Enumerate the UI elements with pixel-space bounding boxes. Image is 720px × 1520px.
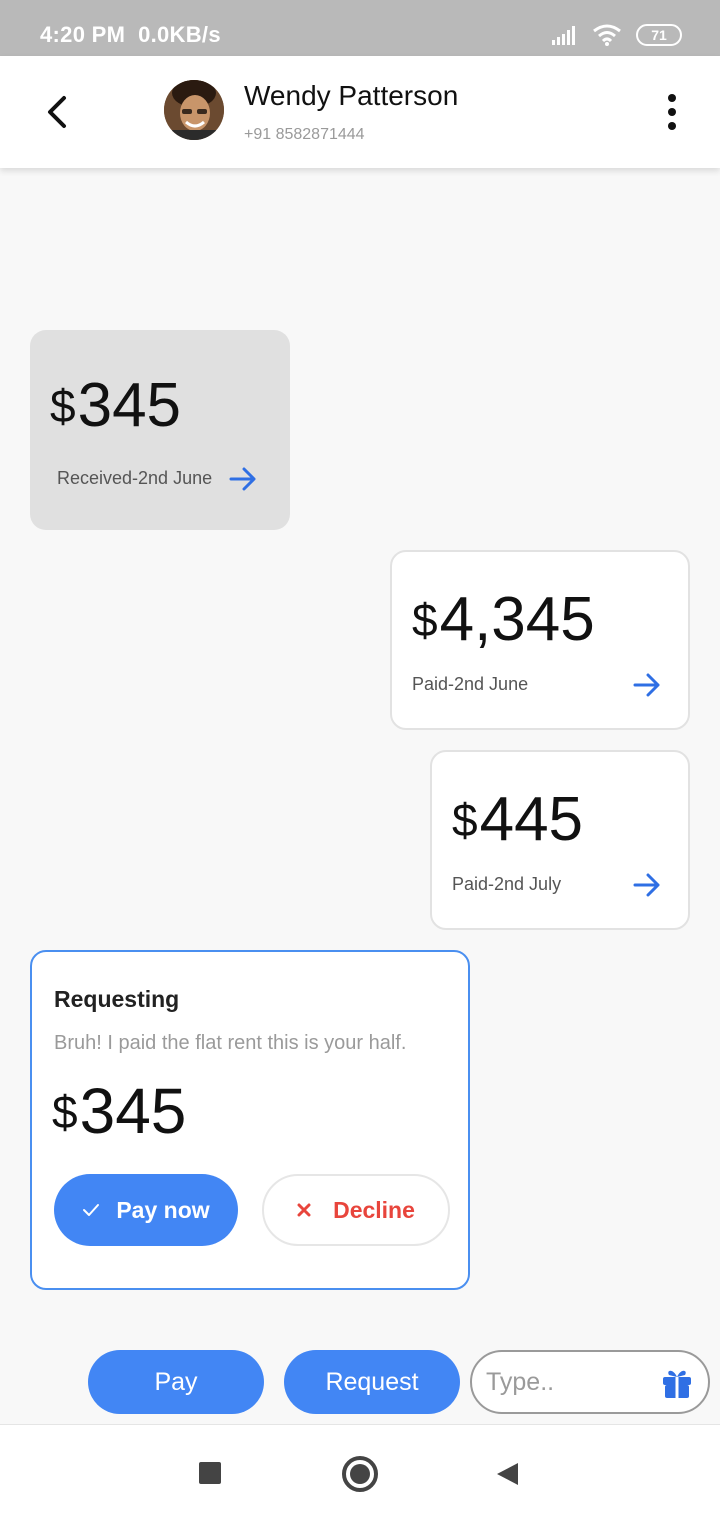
recent-apps-icon[interactable] bbox=[199, 1462, 221, 1484]
contact-name: Wendy Patterson bbox=[244, 80, 459, 111]
request-title: Requesting bbox=[54, 986, 180, 1012]
amount-value: 4,345 bbox=[439, 585, 595, 654]
decline-label: Decline bbox=[333, 1196, 415, 1223]
request-button[interactable]: Request bbox=[284, 1350, 460, 1414]
status-bar: 4:20 PM 0.0KB/s 71 bbox=[0, 0, 720, 56]
gift-icon[interactable] bbox=[660, 1366, 694, 1400]
message-field bbox=[470, 1350, 710, 1414]
status-time-speed: 4:20 PM 0.0KB/s bbox=[40, 22, 221, 48]
amount-value: 345 bbox=[77, 371, 182, 440]
signal-icon bbox=[552, 26, 575, 45]
amount-value: 445 bbox=[479, 785, 584, 854]
amount-value: 345 bbox=[79, 1075, 187, 1147]
pay-now-button[interactable]: Pay now bbox=[54, 1174, 238, 1246]
arrow-right-icon[interactable] bbox=[632, 870, 662, 900]
status-speed: 0.0KB/s bbox=[138, 22, 221, 47]
payment-request-card: Requesting Bruh! I paid the flat rent th… bbox=[30, 950, 470, 1290]
arrow-right-icon[interactable] bbox=[228, 464, 258, 494]
arrow-right-icon[interactable] bbox=[632, 670, 662, 700]
transaction-amount: $4,345 bbox=[412, 584, 595, 655]
status-icons: 71 bbox=[550, 22, 682, 48]
contact-phone: +91 8582871444 bbox=[244, 126, 365, 143]
avatar[interactable] bbox=[164, 80, 224, 140]
request-amount: $345 bbox=[52, 1074, 186, 1148]
battery-icon: 71 bbox=[636, 24, 682, 46]
close-icon bbox=[297, 1203, 311, 1217]
transaction-amount: $445 bbox=[452, 784, 583, 855]
back-icon[interactable] bbox=[36, 90, 80, 134]
pay-button[interactable]: Pay bbox=[88, 1350, 264, 1414]
transaction-bubble-paid[interactable]: $4,345 Paid-2nd June bbox=[390, 550, 690, 730]
currency-symbol: $ bbox=[412, 594, 438, 646]
decline-button[interactable]: Decline bbox=[262, 1174, 450, 1246]
transaction-caption: Paid-2nd July bbox=[452, 874, 562, 894]
pay-now-label: Pay now bbox=[116, 1196, 210, 1223]
currency-symbol: $ bbox=[52, 1086, 78, 1138]
more-options-icon[interactable] bbox=[654, 90, 690, 134]
currency-symbol: $ bbox=[50, 380, 76, 432]
transaction-amount: $345 bbox=[50, 370, 181, 441]
nav-back-icon[interactable] bbox=[494, 1461, 520, 1487]
wifi-icon bbox=[593, 24, 621, 46]
transaction-caption: Received-2nd June bbox=[57, 468, 213, 488]
chat-header: Wendy Patterson +91 8582871444 bbox=[0, 56, 720, 168]
transaction-caption: Paid-2nd June bbox=[412, 674, 529, 694]
avatar-photo bbox=[164, 80, 224, 140]
system-nav-bar bbox=[0, 1424, 720, 1520]
transaction-bubble-paid[interactable]: $445 Paid-2nd July bbox=[430, 750, 690, 930]
message-input[interactable] bbox=[486, 1364, 656, 1400]
check-icon bbox=[83, 1204, 100, 1216]
status-time: 4:20 PM bbox=[40, 22, 126, 47]
currency-symbol: $ bbox=[452, 794, 478, 846]
home-icon[interactable] bbox=[342, 1456, 378, 1492]
request-note: Bruh! I paid the flat rent this is your … bbox=[54, 1032, 407, 1054]
transaction-bubble-received[interactable]: $345 Received-2nd June bbox=[30, 330, 290, 530]
